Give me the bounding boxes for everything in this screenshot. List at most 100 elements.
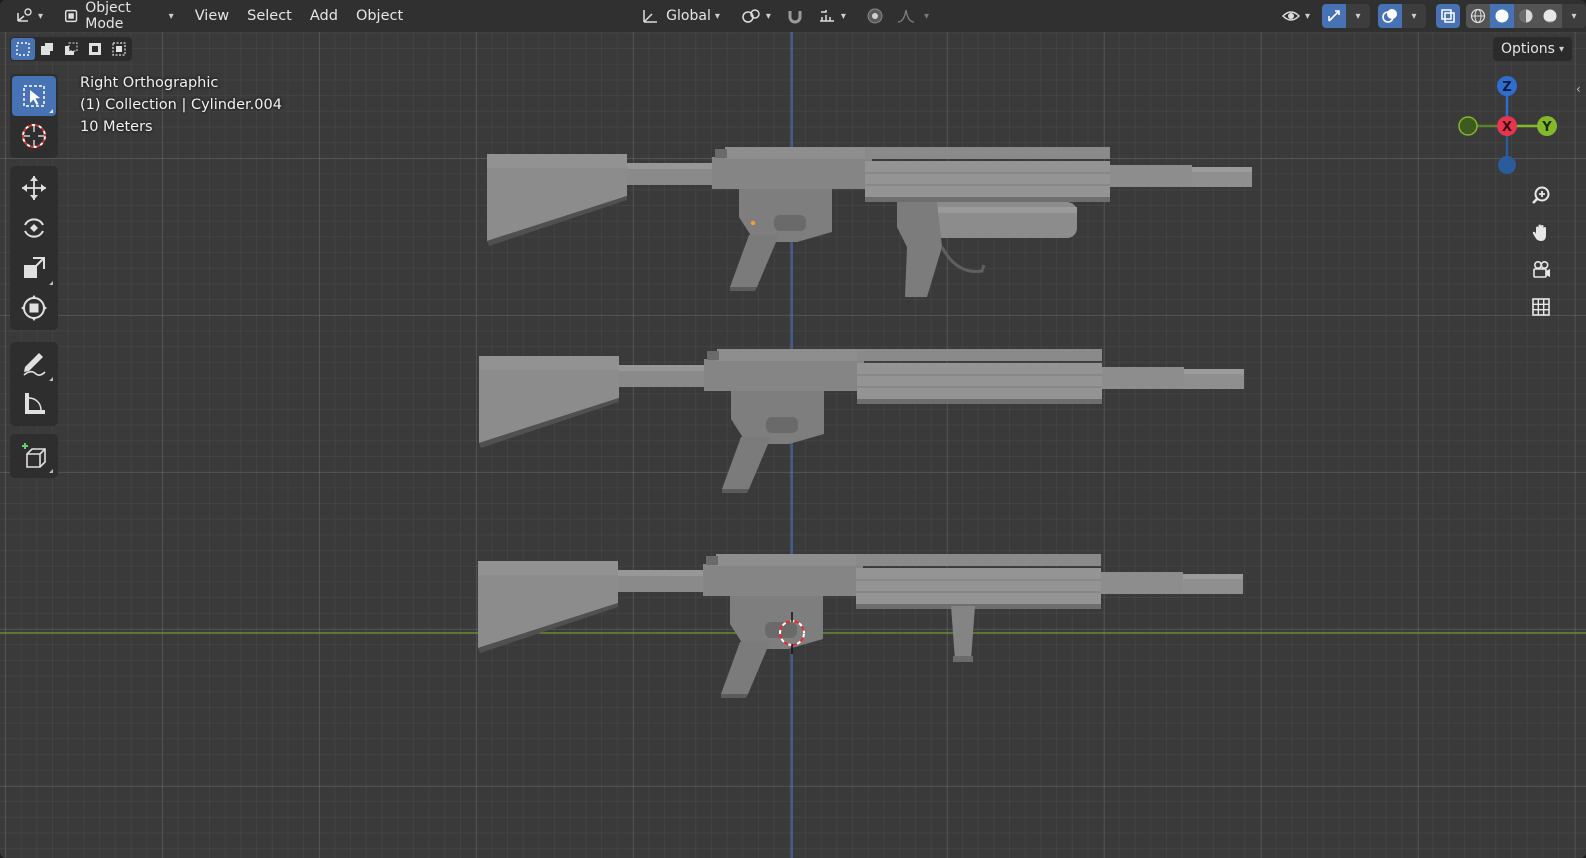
scale-icon bbox=[24, 257, 45, 278]
chevron-down-icon: ▾ bbox=[1304, 10, 1310, 22]
sidebar-collapse-icon[interactable]: ‹ bbox=[1576, 82, 1581, 96]
chevron-down-icon: ▾ bbox=[1571, 10, 1577, 22]
falloff-dropdown[interactable]: ▾ bbox=[890, 4, 935, 28]
tool-add-cube[interactable] bbox=[12, 436, 56, 476]
overlay-toggle-group: ▾ bbox=[1378, 4, 1426, 28]
camera-view-button[interactable] bbox=[1524, 253, 1558, 287]
select-invert-mode[interactable] bbox=[83, 38, 107, 60]
snap-increment-icon bbox=[819, 10, 834, 22]
xray-icon bbox=[1441, 9, 1455, 23]
svg-text:Z: Z bbox=[1502, 80, 1511, 95]
rifle-model-3[interactable] bbox=[477, 553, 1244, 699]
visibility-dropdown[interactable]: ▾ bbox=[1275, 4, 1316, 28]
rendered-sphere-icon bbox=[1543, 9, 1557, 23]
select-new-mode[interactable] bbox=[11, 38, 35, 60]
scale-info-text: 10 Meters bbox=[80, 119, 153, 135]
falloff-curve-icon bbox=[897, 9, 915, 23]
gizmo-dropdown[interactable]: ▾ bbox=[1346, 4, 1370, 28]
gizmo-toggle[interactable] bbox=[1322, 4, 1346, 28]
axes-icon bbox=[17, 8, 32, 22]
svg-text:Y: Y bbox=[1541, 120, 1552, 135]
tool-select-box[interactable] bbox=[12, 76, 56, 116]
select-extend-mode[interactable] bbox=[35, 38, 59, 60]
chevron-down-icon: ▾ bbox=[923, 10, 929, 22]
perspective-toggle-button[interactable] bbox=[1524, 290, 1558, 324]
viewport-header: ▾ Object Mode ▾ View Select Add Object G… bbox=[0, 0, 1586, 32]
xray-toggle[interactable] bbox=[1436, 4, 1460, 28]
select-subtract-mode[interactable] bbox=[59, 38, 83, 60]
chevron-down-icon: ▾ bbox=[38, 10, 44, 22]
tool-transform[interactable] bbox=[12, 288, 56, 328]
magnet-icon bbox=[788, 11, 802, 24]
shading-material[interactable] bbox=[1514, 4, 1538, 28]
svg-text:X: X bbox=[1502, 120, 1512, 135]
select-new-icon bbox=[16, 42, 30, 56]
rotate-icon bbox=[24, 218, 44, 238]
neg-y-axis-handle[interactable] bbox=[1458, 116, 1478, 136]
tool-move[interactable] bbox=[12, 168, 56, 208]
tool-measure[interactable] bbox=[12, 384, 56, 424]
tool-scale[interactable] bbox=[12, 248, 56, 288]
shading-mode-group: ▾ bbox=[1466, 4, 1586, 28]
overlay-toggle[interactable] bbox=[1378, 4, 1402, 28]
proportional-editing-toggle[interactable] bbox=[860, 4, 890, 28]
chevron-down-icon: ▾ bbox=[840, 10, 846, 22]
z-axis-handle[interactable]: Z bbox=[1497, 76, 1517, 96]
select-extend-icon bbox=[41, 43, 53, 55]
mode-dropdown[interactable]: Object Mode ▾ bbox=[57, 0, 180, 32]
options-label: Options bbox=[1500, 41, 1555, 57]
orientation-label: Global bbox=[666, 8, 711, 24]
shading-dropdown[interactable]: ▾ bbox=[1562, 4, 1586, 28]
chevron-down-icon: ▾ bbox=[1411, 10, 1417, 22]
snap-target-dropdown[interactable]: ▾ bbox=[811, 4, 852, 28]
options-dropdown[interactable]: Options ▾ bbox=[1492, 37, 1572, 61]
x-axis-handle[interactable]: X bbox=[1497, 116, 1517, 136]
toolbar-transform-group bbox=[10, 166, 58, 330]
object-mode-icon bbox=[65, 9, 78, 23]
neg-z-axis-handle[interactable] bbox=[1498, 156, 1516, 174]
hand-icon bbox=[1532, 224, 1546, 241]
chevron-down-icon: ▾ bbox=[714, 10, 720, 22]
tool-cursor[interactable] bbox=[12, 116, 56, 156]
select-invert-icon bbox=[89, 43, 101, 55]
chevron-down-icon: ▾ bbox=[1558, 43, 1564, 55]
toolbar-annotate-group bbox=[10, 342, 58, 426]
tool-rotate[interactable] bbox=[12, 208, 56, 248]
menu-view[interactable]: View bbox=[186, 4, 238, 28]
pivot-icon bbox=[742, 9, 760, 23]
shading-rendered[interactable] bbox=[1538, 4, 1562, 28]
shading-solid[interactable] bbox=[1490, 4, 1514, 28]
snap-toggle[interactable] bbox=[779, 4, 811, 28]
select-mode-group bbox=[10, 37, 132, 61]
menu-add[interactable]: Add bbox=[301, 4, 347, 28]
overlay-dropdown[interactable]: ▾ bbox=[1402, 4, 1426, 28]
navigation-gizmo[interactable]: Z Y X bbox=[1452, 72, 1562, 182]
select-intersect-icon bbox=[112, 42, 126, 56]
cursor-icon bbox=[22, 124, 46, 148]
menu-select[interactable]: Select bbox=[238, 4, 301, 28]
pan-button[interactable] bbox=[1524, 216, 1558, 250]
rifle-model-2[interactable] bbox=[478, 348, 1245, 494]
collection-info-text: (1) Collection | Cylinder.004 bbox=[80, 97, 282, 113]
proportional-edit-icon bbox=[867, 8, 883, 24]
select-intersect-mode[interactable] bbox=[107, 38, 131, 60]
shading-wireframe[interactable] bbox=[1466, 4, 1490, 28]
wireframe-sphere-icon bbox=[1470, 8, 1486, 24]
eye-icon bbox=[1281, 11, 1301, 21]
tool-annotate[interactable] bbox=[12, 344, 56, 384]
pivot-point-dropdown[interactable]: ▾ bbox=[734, 4, 777, 28]
view-name-text: Right Orthographic bbox=[80, 75, 219, 91]
zoom-button[interactable] bbox=[1524, 179, 1558, 213]
menu-object[interactable]: Object bbox=[347, 4, 412, 28]
select-subtract-icon bbox=[65, 42, 78, 55]
measure-ruler-icon bbox=[25, 393, 45, 414]
rifle-model-1[interactable] bbox=[486, 146, 1253, 297]
grid-icon bbox=[1532, 298, 1550, 316]
chevron-down-icon: ▾ bbox=[1355, 10, 1361, 22]
transform-orientation-dropdown[interactable]: Global ▾ bbox=[634, 4, 726, 28]
select-box-icon bbox=[23, 85, 45, 107]
move-icon bbox=[22, 176, 46, 200]
y-axis-handle[interactable]: Y bbox=[1537, 116, 1557, 136]
chevron-down-icon: ▾ bbox=[765, 10, 771, 22]
editor-type-button[interactable]: ▾ bbox=[8, 4, 49, 28]
